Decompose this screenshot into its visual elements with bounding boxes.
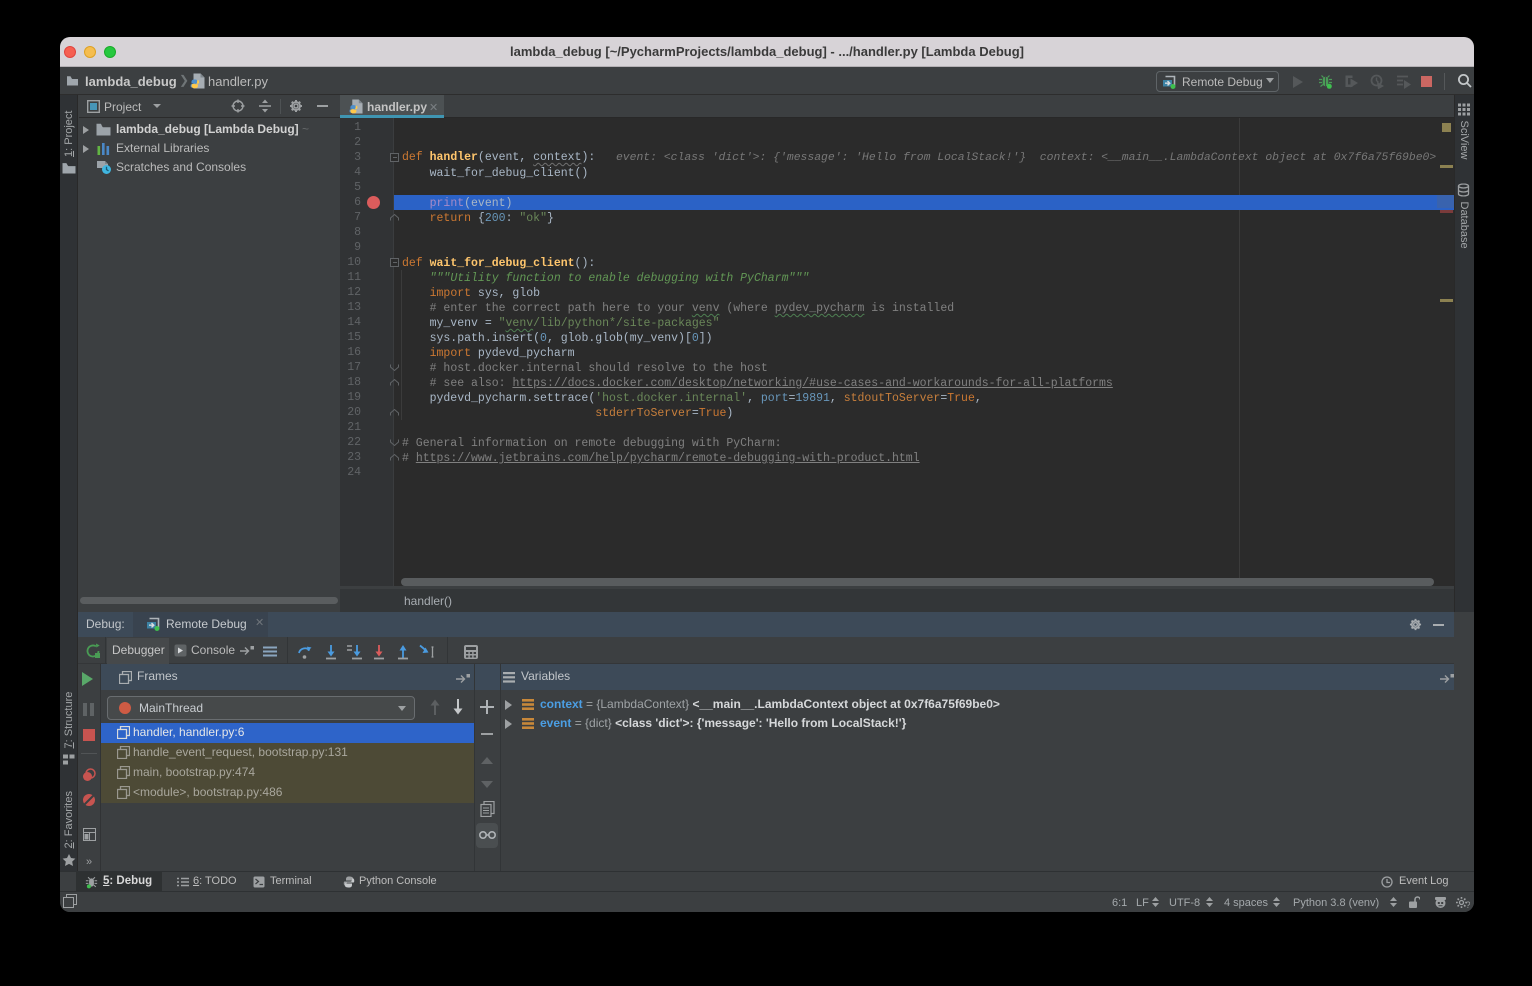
svg-text:?: ? bbox=[1466, 900, 1471, 909]
